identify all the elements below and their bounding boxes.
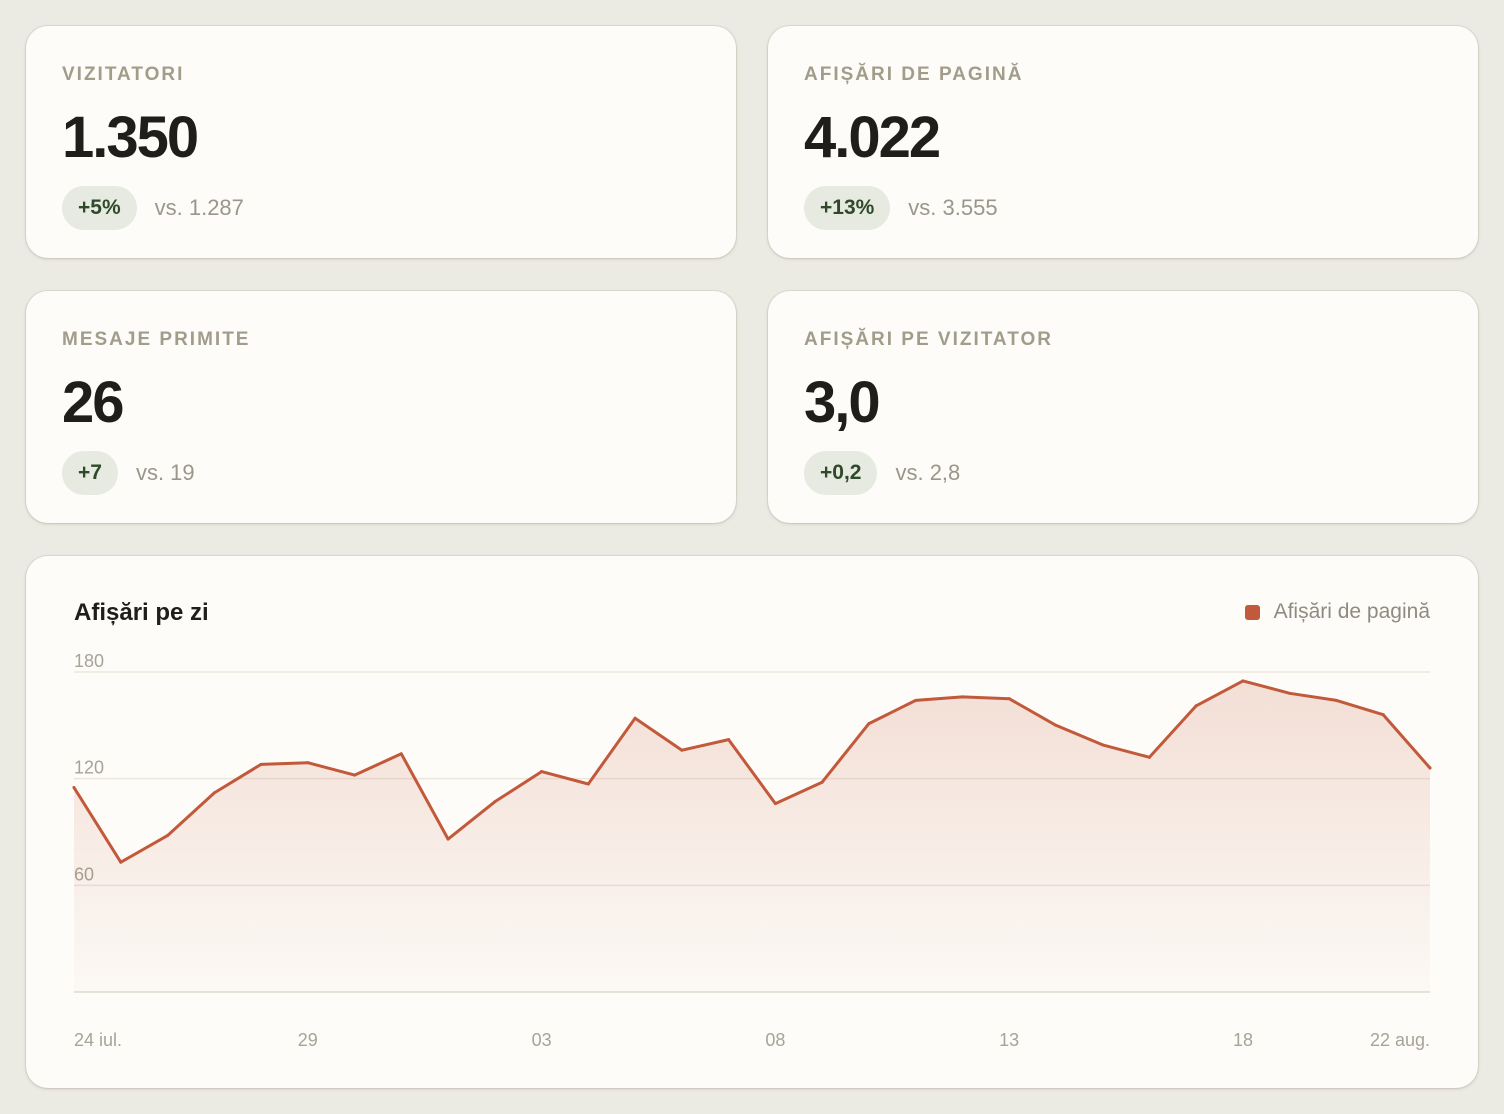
x-tick-label: 18 bbox=[1233, 1030, 1253, 1050]
line-chart: 6012018024 iul.290308131822 aug. bbox=[72, 651, 1432, 1050]
data-point bbox=[633, 716, 637, 720]
kpi-value: 4.022 bbox=[804, 105, 941, 170]
data-point bbox=[446, 837, 450, 841]
data-point bbox=[493, 800, 497, 804]
data-point bbox=[1288, 691, 1292, 695]
data-point bbox=[119, 860, 123, 864]
y-tick-label: 120 bbox=[74, 758, 104, 778]
data-point bbox=[1241, 679, 1245, 683]
chart-card: Afișări pe zi Afișări de pagină 60120180… bbox=[26, 556, 1478, 1088]
y-tick-label: 180 bbox=[74, 651, 104, 671]
data-point bbox=[1194, 704, 1198, 708]
data-point bbox=[1428, 766, 1432, 770]
series-area bbox=[74, 680, 1430, 992]
data-point bbox=[353, 773, 357, 777]
kpi-card-messages: MESAJE PRIMITE 26 +7 vs. 19 bbox=[26, 291, 736, 523]
data-point bbox=[680, 748, 684, 752]
data-point bbox=[1007, 697, 1011, 701]
data-point bbox=[259, 762, 263, 766]
data-point bbox=[212, 791, 216, 795]
kpi-value: 3,0 bbox=[804, 370, 881, 435]
data-point bbox=[1147, 755, 1151, 759]
data-point bbox=[1334, 698, 1338, 702]
data-point bbox=[1381, 713, 1385, 717]
delta-badge: +7 bbox=[62, 451, 118, 495]
kpi-value: 26 bbox=[62, 370, 124, 435]
data-point bbox=[72, 786, 76, 790]
x-tick-label: 29 bbox=[298, 1030, 318, 1050]
kpi-card-pageviews: AFIȘĂRI DE PAGINĂ 4.022 +13% vs. 3.555 bbox=[768, 26, 1478, 258]
data-point bbox=[166, 834, 170, 838]
data-point bbox=[540, 770, 544, 774]
data-point bbox=[586, 782, 590, 786]
data-point bbox=[306, 761, 310, 765]
delta-badge: +13% bbox=[804, 186, 891, 230]
data-point bbox=[820, 780, 824, 784]
x-tick-label: 24 iul. bbox=[74, 1030, 122, 1050]
data-point bbox=[1054, 723, 1058, 727]
data-point bbox=[399, 752, 403, 756]
comparison-text: vs. 19 bbox=[135, 460, 195, 485]
delta-badge: +0,2 bbox=[804, 451, 878, 495]
data-point bbox=[914, 698, 918, 702]
data-point bbox=[1101, 743, 1105, 747]
data-point bbox=[867, 722, 871, 726]
comparison-text: vs. 1.287 bbox=[154, 195, 244, 220]
delta-badge: +5% bbox=[62, 186, 137, 230]
comparison-text: vs. 3.555 bbox=[908, 195, 998, 220]
kpi-card-visitors: VIZITATORI 1.350 +5% vs. 1.287 bbox=[26, 26, 736, 258]
data-point bbox=[727, 738, 731, 742]
kpi-label: AFIȘĂRI DE PAGINĂ bbox=[804, 64, 1024, 85]
kpi-label: MESAJE PRIMITE bbox=[62, 329, 251, 350]
kpi-card-views-per-visitor: AFIȘĂRI PE VIZITATOR 3,0 +0,2 vs. 2,8 bbox=[768, 291, 1478, 523]
x-tick-label: 03 bbox=[532, 1030, 552, 1050]
kpi-label: AFIȘĂRI PE VIZITATOR bbox=[804, 329, 1054, 350]
data-point bbox=[960, 695, 964, 699]
x-tick-label: 08 bbox=[765, 1030, 785, 1050]
comparison-text: vs. 2,8 bbox=[895, 460, 961, 485]
x-tick-label: 13 bbox=[999, 1030, 1019, 1050]
data-point bbox=[773, 802, 777, 806]
kpi-label: VIZITATORI bbox=[62, 64, 185, 85]
kpi-value: 1.350 bbox=[62, 105, 199, 170]
x-tick-label: 22 aug. bbox=[1370, 1030, 1430, 1050]
